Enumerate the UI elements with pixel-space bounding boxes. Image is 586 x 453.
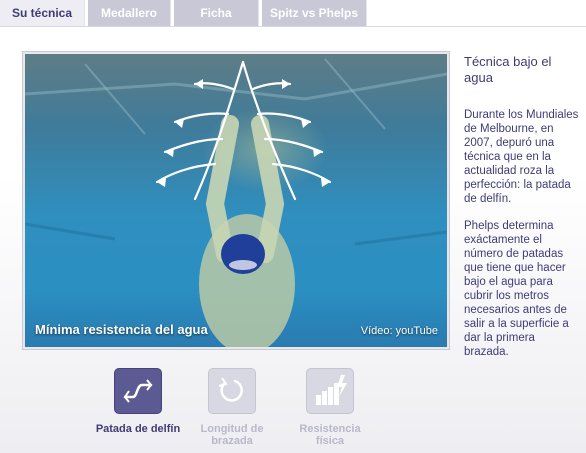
- section-title: Técnica bajo el agua: [464, 54, 552, 85]
- tab-spitz-vs-phelps[interactable]: Spitz vs Phelps: [262, 0, 367, 26]
- resistance-button[interactable]: [306, 368, 354, 414]
- tab-medallero[interactable]: Medallero: [88, 0, 171, 26]
- dolphin-kick-button[interactable]: [114, 368, 162, 414]
- tab-ficha[interactable]: Ficha: [174, 0, 259, 26]
- video-player[interactable]: Mínima resistencia del agua Vídeo: youTu…: [22, 51, 450, 350]
- tab-su-tecnica[interactable]: Su técnica: [0, 0, 85, 26]
- stroke-length-label[interactable]: Longitud de brazada: [187, 423, 277, 447]
- video-credit: Vídeo: youTube: [360, 325, 438, 337]
- video-frame-image[interactable]: Mínima resistencia del agua Vídeo: youTu…: [25, 54, 447, 347]
- rotate-arrow-icon: [218, 377, 243, 402]
- stroke-length-button[interactable]: [208, 368, 256, 414]
- video-caption: Mínima resistencia del agua: [35, 322, 208, 337]
- resistance-bars-icon: [316, 375, 347, 405]
- dolphin-kick-label[interactable]: Patada de delfín: [93, 423, 183, 435]
- dolphin-kick-icon: [123, 379, 153, 403]
- swimmer-diagram: [25, 58, 447, 347]
- body-paragraph-2: Phelps determina exáctamente el número d…: [464, 220, 569, 358]
- tab-bar: Su técnica Medallero Ficha Spitz vs Phel…: [0, 0, 586, 27]
- resistance-label[interactable]: Resistencia física: [285, 423, 375, 447]
- body-paragraph-1: Durante los Mundiales de Melbourne, en 2…: [464, 109, 579, 205]
- section-body: Durante los Mundiales de Melbourne, en 2…: [464, 108, 579, 372]
